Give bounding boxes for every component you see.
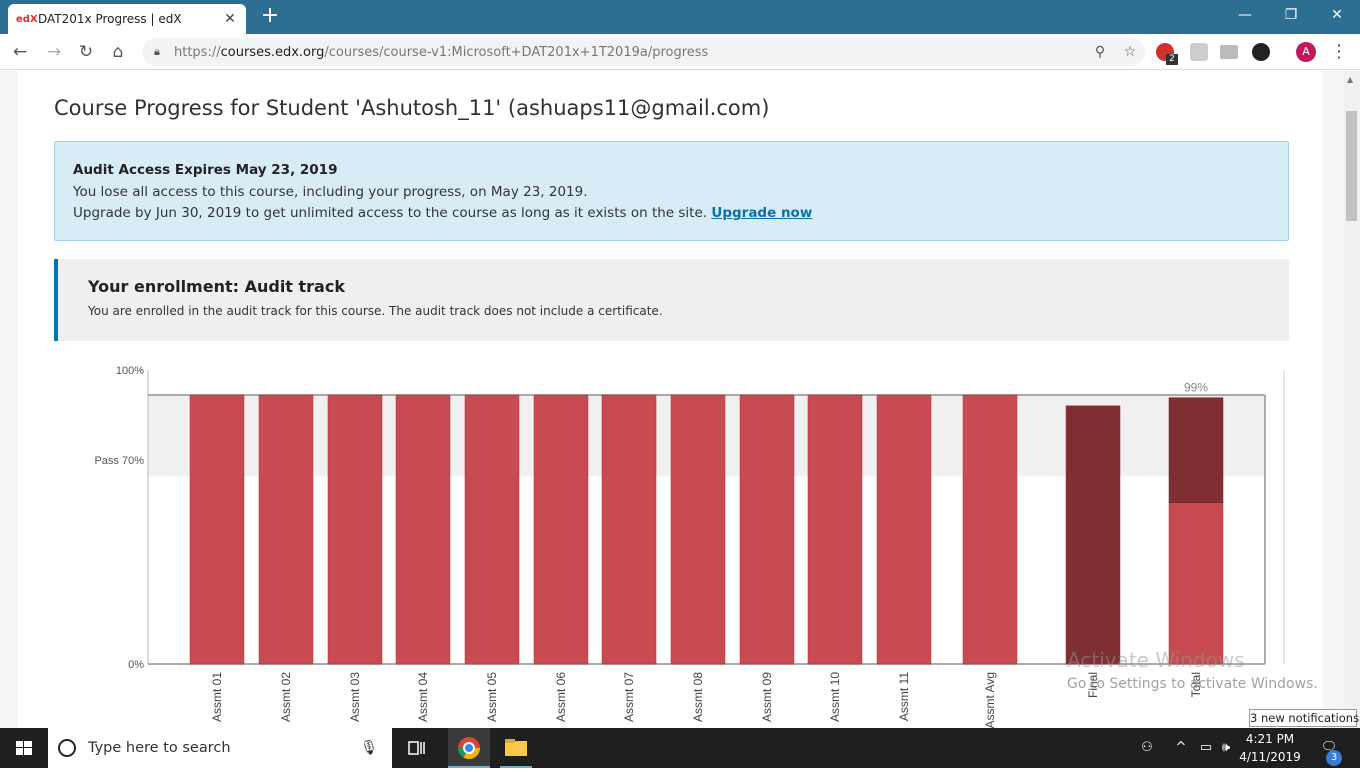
enrollment-heading: Your enrollment: Audit track [88,277,345,296]
battery-icon[interactable]: ▭ [1196,728,1216,768]
tab-title: DAT201x Progress | edX [38,12,182,26]
windows-start-icon[interactable] [0,728,48,768]
cortana-icon [58,739,76,757]
progress-chart: 100% Pass 70% 0% Assmt 01 Assmt 02 Assmt 03 As… [94,365,1285,728]
mail-icon[interactable] [1220,45,1238,59]
audit-line-2: Upgrade by Jun 30, 2019 to get unlimited… [73,205,813,221]
browser-toolbar: ← → ↻ ⌂ 🔒︎ https://courses.edx.org/cours… [0,34,1360,70]
y-tick-label: Pass 70% [94,455,144,467]
extension-icon-2[interactable] [1190,43,1208,61]
bar-total-assessments [1168,502,1224,665]
volume-icon[interactable]: 🕪︎ [1216,728,1236,768]
lock-icon: 🔒︎ [154,45,160,58]
address-bar[interactable]: 🔒︎ https://courses.edx.org/courses/cours… [142,38,1145,66]
activate-windows-title: Activate Windows [1067,648,1245,672]
minimize-icon[interactable]: — [1222,0,1268,30]
y-tick-label: 0% [128,659,144,671]
x-tick-label: Assmt 10 [828,672,842,722]
bar-total-final [1168,397,1224,503]
task-view-icon[interactable] [403,734,431,762]
clock-date: 4/11/2019 [1239,750,1301,764]
profile-avatar[interactable]: A [1296,42,1316,62]
audit-line-1: You lose all access to this course, incl… [73,184,588,200]
activate-windows-subtitle: Go to Settings to activate Windows. [1067,676,1318,692]
bar-assmt-10 [807,394,863,665]
file-explorer-icon[interactable] [500,728,532,768]
audit-heading: Audit Access Expires May 23, 2019 [73,162,338,178]
scroll-up-icon[interactable]: ▲ [1347,75,1353,84]
bar-assmt-06 [533,394,589,665]
page-scrollbar[interactable]: ▲ [1343,71,1360,728]
bar-assmt-01 [189,394,245,665]
x-tick-label: Assmt Avg [983,672,997,728]
page-title: Course Progress for Student 'Ashutosh_11… [54,96,770,120]
microphone-icon[interactable]: 🎙︎ [360,740,378,756]
total-label: 99% [1184,381,1208,395]
enrollment-description: You are enrolled in the audit track for … [88,304,663,318]
x-tick-label: Assmt 05 [485,672,499,722]
bar-assmt-avg [962,394,1018,665]
notification-toast[interactable]: 3 new notifications [1249,709,1359,727]
bar-assmt-11 [876,394,932,665]
zoom-icon[interactable]: ⚲ [1085,44,1115,60]
x-tick-label: Assmt 02 [279,672,293,722]
tab-close-icon[interactable]: ✕ [222,11,238,27]
url-text[interactable]: https://courses.edx.org/courses/course-v… [174,45,1085,60]
page-content: Course Progress for Student 'Ashutosh_11… [18,71,1323,728]
bar-assmt-09 [739,394,795,665]
bar-assmt-03 [327,394,383,665]
browser-tab[interactable]: edX DAT201x Progress | edX ✕ [8,4,246,34]
scrollbar-thumb[interactable] [1346,111,1357,221]
x-tick-label: Assmt 01 [210,672,224,722]
extension-badge: 2 [1166,54,1178,65]
x-tick-label: Assmt 07 [622,672,636,722]
menu-kebab-icon[interactable]: ⋮ [1330,40,1348,64]
x-tick-label: Assmt 03 [348,672,362,722]
chrome-taskbar-icon[interactable] [448,728,490,768]
bar-assmt-08 [670,394,726,665]
taskbar-search[interactable]: Type here to search 🎙︎ [48,728,392,768]
bar-assmt-02 [258,394,314,665]
back-arrow-icon[interactable]: ← [8,40,32,64]
x-tick-label: Assmt 11 [897,672,911,721]
taskbar-clock[interactable]: 4:21 PM 4/11/2019 [1236,730,1304,766]
tray-chevron-icon[interactable]: ^ [1172,728,1190,768]
upgrade-now-link[interactable]: Upgrade now [711,205,812,221]
x-tick-label: Assmt 09 [760,672,774,722]
audit-expiry-notice: Audit Access Expires May 23, 2019 You lo… [54,141,1289,241]
search-placeholder: Type here to search [88,740,231,756]
bar-assmt-07 [601,394,657,665]
x-tick-label: Assmt 08 [691,672,705,722]
bar-assmt-04 [395,394,451,665]
page-viewport: Course Progress for Student 'Ashutosh_11… [0,71,1343,728]
x-tick-label: Assmt 04 [416,672,430,722]
restore-icon[interactable]: ❐ [1268,0,1314,30]
people-icon[interactable]: ⚇ [1136,728,1158,768]
bookmark-star-icon[interactable]: ☆ [1115,44,1145,60]
taskbar: Type here to search 🎙︎ ⚇ ^ ▭ 🕪︎ 4:21 PM … [0,728,1360,768]
window-close-icon[interactable]: ✕ [1314,0,1360,30]
reload-icon[interactable]: ↻ [74,40,98,64]
home-icon[interactable]: ⌂ [106,40,130,64]
forward-arrow-icon[interactable]: → [42,40,66,64]
clock-time: 4:21 PM [1245,732,1295,746]
x-tick-label: Assmt 06 [554,672,568,722]
edx-favicon-icon: edX [16,13,38,25]
y-tick-label: 100% [116,365,144,377]
bar-assmt-05 [464,394,520,665]
notification-count-badge: 3 [1326,750,1342,766]
browser-titlebar: edX DAT201x Progress | edX ✕ + — ❐ ✕ [0,0,1360,34]
bar-final [1065,405,1121,665]
enrollment-notice: Your enrollment: Audit track You are enr… [54,259,1289,341]
new-tab-button[interactable]: + [258,4,282,28]
extension-icon-3[interactable] [1252,43,1270,61]
